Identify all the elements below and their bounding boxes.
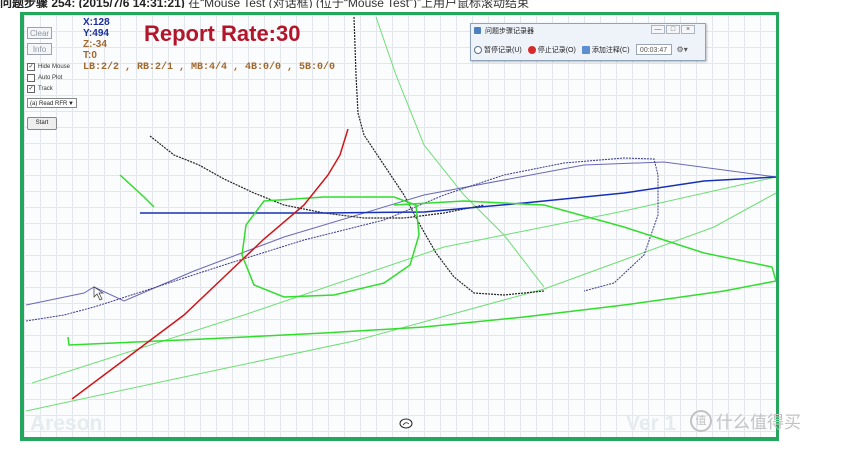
pause-record-label: 暂停记录(U)	[484, 46, 522, 54]
trace-red	[71, 128, 349, 400]
help-icon[interactable]: ⚙▾	[677, 45, 688, 54]
steps-recorder-toolbar: 暂停记录(U) 停止记录(O) 添加注释(C) 00:03:47 ⚙▾	[474, 42, 702, 57]
add-comment-label: 添加注释(C)	[591, 46, 630, 54]
mode-select[interactable]: (a) Read RFR ▼	[27, 98, 77, 108]
trace-navy-solid	[140, 176, 776, 214]
track-checkbox-row[interactable]: ✓ Track	[27, 84, 53, 94]
pause-record-button[interactable]: 暂停记录(U)	[474, 45, 522, 55]
report-rate-title: Report Rate:30	[144, 21, 301, 46]
stop-icon	[527, 45, 536, 54]
site-watermark: 什么值得买	[716, 413, 801, 433]
trace-lavender	[25, 161, 776, 306]
steps-recorder-title: 问题步骤记录器	[485, 28, 534, 35]
step-caption: 问题步骤 254: (2015/7/6 14:31:21) 在“Mouse Te…	[0, 0, 859, 8]
trace-green-short	[119, 174, 155, 208]
add-comment-button[interactable]: 添加注释(C)	[581, 45, 630, 55]
trace-light-green-1	[31, 176, 776, 384]
step-label: 问题步骤 254: (2015/7/6 14:31:21)	[0, 0, 185, 8]
pause-icon	[474, 45, 482, 54]
button-status-readout: LB:2/2 , RB:2/1 , MB:4/4 , 4B:0/0 , 5B:0…	[83, 62, 336, 73]
trace-plot	[25, 16, 776, 412]
auto-plot-checkbox[interactable]	[27, 74, 35, 82]
chevron-down-icon: ▼	[68, 101, 74, 107]
trace-light-green-2	[25, 192, 776, 412]
hide-mouse-label: Hide Mouse	[38, 64, 71, 70]
hide-mouse-checkbox[interactable]: ✓	[27, 63, 35, 71]
mode-select-value: (a) Read RFR	[30, 101, 68, 107]
trace-green-long	[67, 200, 776, 346]
info-button[interactable]: Info	[27, 43, 52, 55]
version-watermark: Ver 1	[626, 412, 677, 435]
auto-plot-label: Auto Plot	[38, 75, 63, 81]
clear-button[interactable]: Clear	[27, 27, 52, 39]
x-readout: X:128	[83, 17, 110, 28]
mouse-icon	[399, 418, 413, 429]
mouse-test-canvas[interactable]: Clear Info ✓ Hide Mouse Auto Plot ✓ Trac…	[24, 15, 776, 437]
comment-icon	[581, 45, 590, 54]
stop-record-label: 停止记录(O)	[537, 46, 576, 54]
recording-timer: 00:03:47	[635, 44, 672, 55]
trace-black-upper	[149, 135, 485, 219]
stop-record-button[interactable]: 停止记录(O)	[527, 45, 576, 55]
trace-navy-loop	[25, 157, 659, 322]
close-button[interactable]: ×	[681, 25, 695, 34]
z-readout: Z:-34	[83, 39, 107, 50]
step-description: 在“Mouse Test (对话框) (位于“Mouse Test”)”上用户鼠…	[188, 0, 530, 8]
auto-plot-checkbox-row[interactable]: Auto Plot	[27, 73, 62, 83]
track-label: Track	[38, 86, 53, 92]
steps-recorder-window[interactable]: 问题步骤记录器 — □ × 暂停记录(U) 停止记录(O) 添加注释(C) 00…	[470, 23, 706, 61]
site-logo-icon: 值	[690, 410, 712, 432]
t-readout: T:0	[83, 50, 97, 61]
steps-recorder-app-icon	[474, 27, 481, 34]
hide-mouse-checkbox-row[interactable]: ✓ Hide Mouse	[27, 62, 70, 72]
maximize-button[interactable]: □	[666, 25, 680, 34]
start-button[interactable]: Start	[27, 117, 57, 130]
areson-watermark: Areson	[30, 412, 103, 435]
track-checkbox[interactable]: ✓	[27, 85, 35, 93]
minimize-button[interactable]: —	[651, 25, 665, 34]
y-readout: Y:494	[83, 28, 109, 39]
